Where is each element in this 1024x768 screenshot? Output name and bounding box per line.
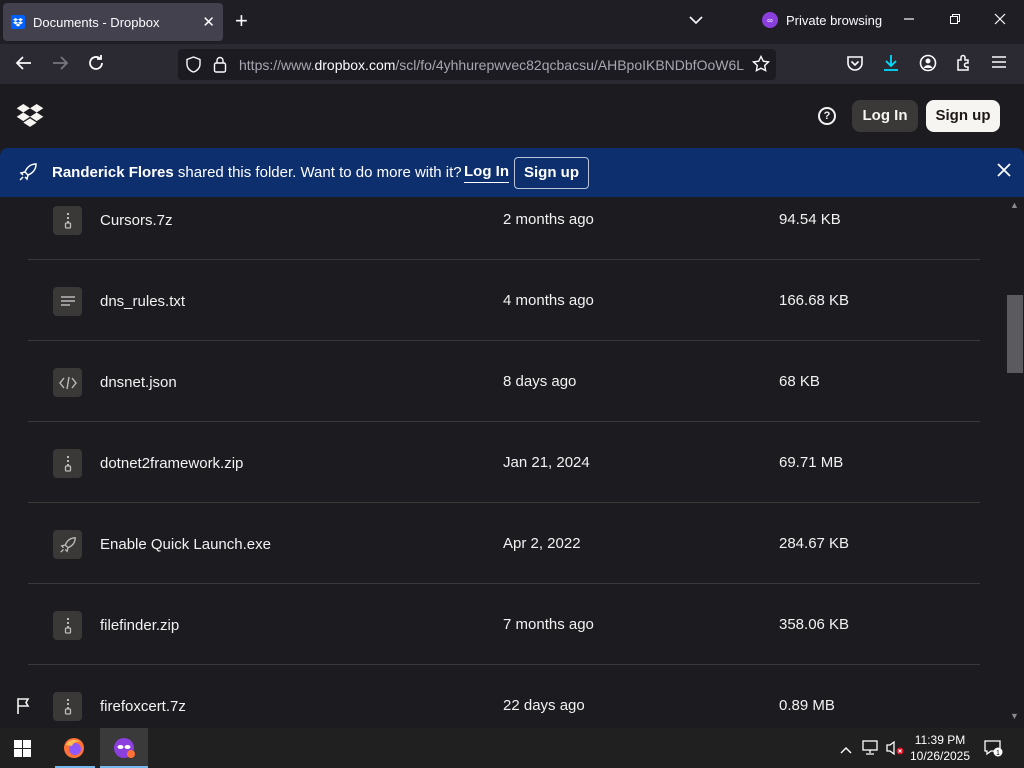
zip-icon xyxy=(53,449,82,478)
scrollbar-thumb[interactable] xyxy=(1007,295,1023,373)
file-modified: 8 days ago xyxy=(503,373,577,390)
window-close-icon[interactable] xyxy=(994,12,1006,28)
report-flag-icon[interactable] xyxy=(16,697,32,720)
file-row[interactable]: dotnet2framework.zip Jan 21, 2024 69.71 … xyxy=(28,422,980,503)
scroll-up-arrow-icon[interactable]: ▲ xyxy=(1010,200,1019,210)
banner-message: Randerick Flores shared this folder. Wan… xyxy=(52,164,462,181)
file-row[interactable]: Enable Quick Launch.exe Apr 2, 2022 284.… xyxy=(28,503,980,584)
taskbar-firefox[interactable] xyxy=(55,728,95,768)
dropbox-header: ? Log In Sign up xyxy=(0,84,1024,148)
private-browsing-label: Private browsing xyxy=(786,12,883,28)
notification-center-icon[interactable]: 1 xyxy=(983,738,1003,758)
file-modified: 4 months ago xyxy=(503,292,594,309)
text-file-icon xyxy=(53,287,82,316)
private-browsing-taskbar-icon xyxy=(113,737,137,764)
firefox-icon xyxy=(63,737,85,764)
minimize-icon[interactable] xyxy=(903,12,915,28)
tab-documents-dropbox[interactable]: Documents - Dropbox ✕ xyxy=(3,3,223,41)
system-clock[interactable]: 11:39 PM 10/26/2025 xyxy=(904,732,976,764)
file-name[interactable]: Cursors.7z xyxy=(100,212,173,229)
file-name[interactable]: dns_rules.txt xyxy=(100,293,185,310)
show-hidden-icons-chevron-icon[interactable] xyxy=(840,741,852,755)
scroll-down-arrow-icon[interactable]: ▼ xyxy=(1010,711,1019,721)
file-modified: Jan 21, 2024 xyxy=(503,454,590,471)
extensions-icon[interactable] xyxy=(955,54,973,77)
private-mask-icon: ∞ xyxy=(762,12,778,28)
windows-taskbar: 11:39 PM 10/26/2025 1 xyxy=(0,728,1024,768)
file-name[interactable]: firefoxcert.7z xyxy=(100,698,186,715)
file-size: 68 KB xyxy=(779,373,820,390)
banner-login-link[interactable]: Log In xyxy=(464,163,509,183)
file-modified: 2 months ago xyxy=(503,211,594,228)
clock-time: 11:39 PM xyxy=(914,733,966,747)
file-modified: 7 months ago xyxy=(503,616,594,633)
sharer-name: Randerick Flores xyxy=(52,164,174,181)
file-name[interactable]: filefinder.zip xyxy=(100,617,179,634)
file-row[interactable]: dns_rules.txt 4 months ago 166.68 KB xyxy=(28,260,980,341)
tracking-protection-shield-icon[interactable] xyxy=(185,56,202,78)
tab-title: Documents - Dropbox xyxy=(33,14,160,30)
forward-arrow-icon[interactable] xyxy=(51,54,69,77)
url-bar[interactable]: https://www.dropbox.com/scl/fo/4yhhurepw… xyxy=(178,49,776,80)
zip-icon xyxy=(53,611,82,640)
file-row[interactable]: dnsnet.json 8 days ago 68 KB xyxy=(28,341,980,422)
file-size: 358.06 KB xyxy=(779,616,850,633)
file-modified: 22 days ago xyxy=(503,697,585,714)
file-name[interactable]: Enable Quick Launch.exe xyxy=(100,536,271,553)
rocket-icon xyxy=(18,162,38,187)
banner-signup-button[interactable]: Sign up xyxy=(514,157,589,189)
network-icon[interactable] xyxy=(862,740,880,756)
reload-icon[interactable] xyxy=(87,54,105,77)
bookmark-star-icon[interactable] xyxy=(751,54,771,78)
new-tab-button[interactable]: + xyxy=(235,10,248,32)
volume-muted-icon[interactable] xyxy=(886,740,904,756)
file-size: 284.67 KB xyxy=(779,535,850,552)
file-size: 94.54 KB xyxy=(779,211,841,228)
dropbox-favicon-icon xyxy=(11,15,25,29)
file-size: 0.89 MB xyxy=(779,697,835,714)
file-size: 69.71 MB xyxy=(779,454,844,471)
code-file-icon xyxy=(53,368,82,397)
downloads-icon[interactable] xyxy=(882,54,900,77)
taskbar-firefox-private[interactable] xyxy=(100,728,148,768)
login-button[interactable]: Log In xyxy=(852,100,918,132)
zip-icon xyxy=(53,692,82,721)
file-row[interactable]: filefinder.zip 7 months ago 358.06 KB xyxy=(28,584,980,665)
zip-icon xyxy=(53,206,82,235)
file-row[interactable]: Cursors.7z 2 months ago 94.54 KB xyxy=(28,197,980,260)
file-list: Cursors.7z 2 months ago 94.54 KB dns_rul… xyxy=(0,197,1006,728)
lock-icon[interactable] xyxy=(213,56,227,78)
dropbox-logo-icon[interactable] xyxy=(16,104,44,133)
clock-date: 10/26/2025 xyxy=(909,749,971,763)
restore-icon[interactable] xyxy=(949,12,961,28)
back-arrow-icon[interactable] xyxy=(15,54,33,77)
pocket-icon[interactable] xyxy=(846,54,864,77)
shared-folder-banner: Randerick Flores shared this folder. Wan… xyxy=(0,148,1024,197)
account-icon[interactable] xyxy=(919,54,937,77)
menu-hamburger-icon[interactable] xyxy=(991,54,1007,75)
list-all-tabs-chevron-icon[interactable] xyxy=(689,12,703,30)
file-row[interactable]: firefoxcert.7z 22 days ago 0.89 MB xyxy=(28,665,980,728)
file-modified: Apr 2, 2022 xyxy=(503,535,581,552)
url-path: /scl/fo/4yhhurepwvec82qcbacsu/AHBpoIKBND… xyxy=(395,57,744,73)
banner-close-icon[interactable] xyxy=(996,162,1012,183)
banner-text: shared this folder. Want to do more with… xyxy=(173,164,462,181)
windows-start-icon[interactable] xyxy=(14,740,31,757)
file-name[interactable]: dnsnet.json xyxy=(100,374,177,391)
help-icon[interactable]: ? xyxy=(818,107,836,125)
file-name[interactable]: dotnet2framework.zip xyxy=(100,455,243,472)
notification-count: 1 xyxy=(996,750,1000,757)
signup-button[interactable]: Sign up xyxy=(926,100,1000,132)
url-text[interactable]: https://www.dropbox.com/scl/fo/4yhhurepw… xyxy=(239,57,744,73)
browser-tab-bar: Documents - Dropbox ✕ + ∞ Private browsi… xyxy=(0,0,1024,44)
url-host: dropbox.com xyxy=(314,57,396,73)
private-browsing-indicator: ∞ Private browsing xyxy=(762,12,882,28)
url-prefix: https://www. xyxy=(239,57,315,73)
file-size: 166.68 KB xyxy=(779,292,850,309)
page-scrollbar[interactable]: ▲ ▼ xyxy=(1006,197,1024,728)
tab-close-icon[interactable]: ✕ xyxy=(202,13,215,31)
executable-icon xyxy=(53,530,82,559)
